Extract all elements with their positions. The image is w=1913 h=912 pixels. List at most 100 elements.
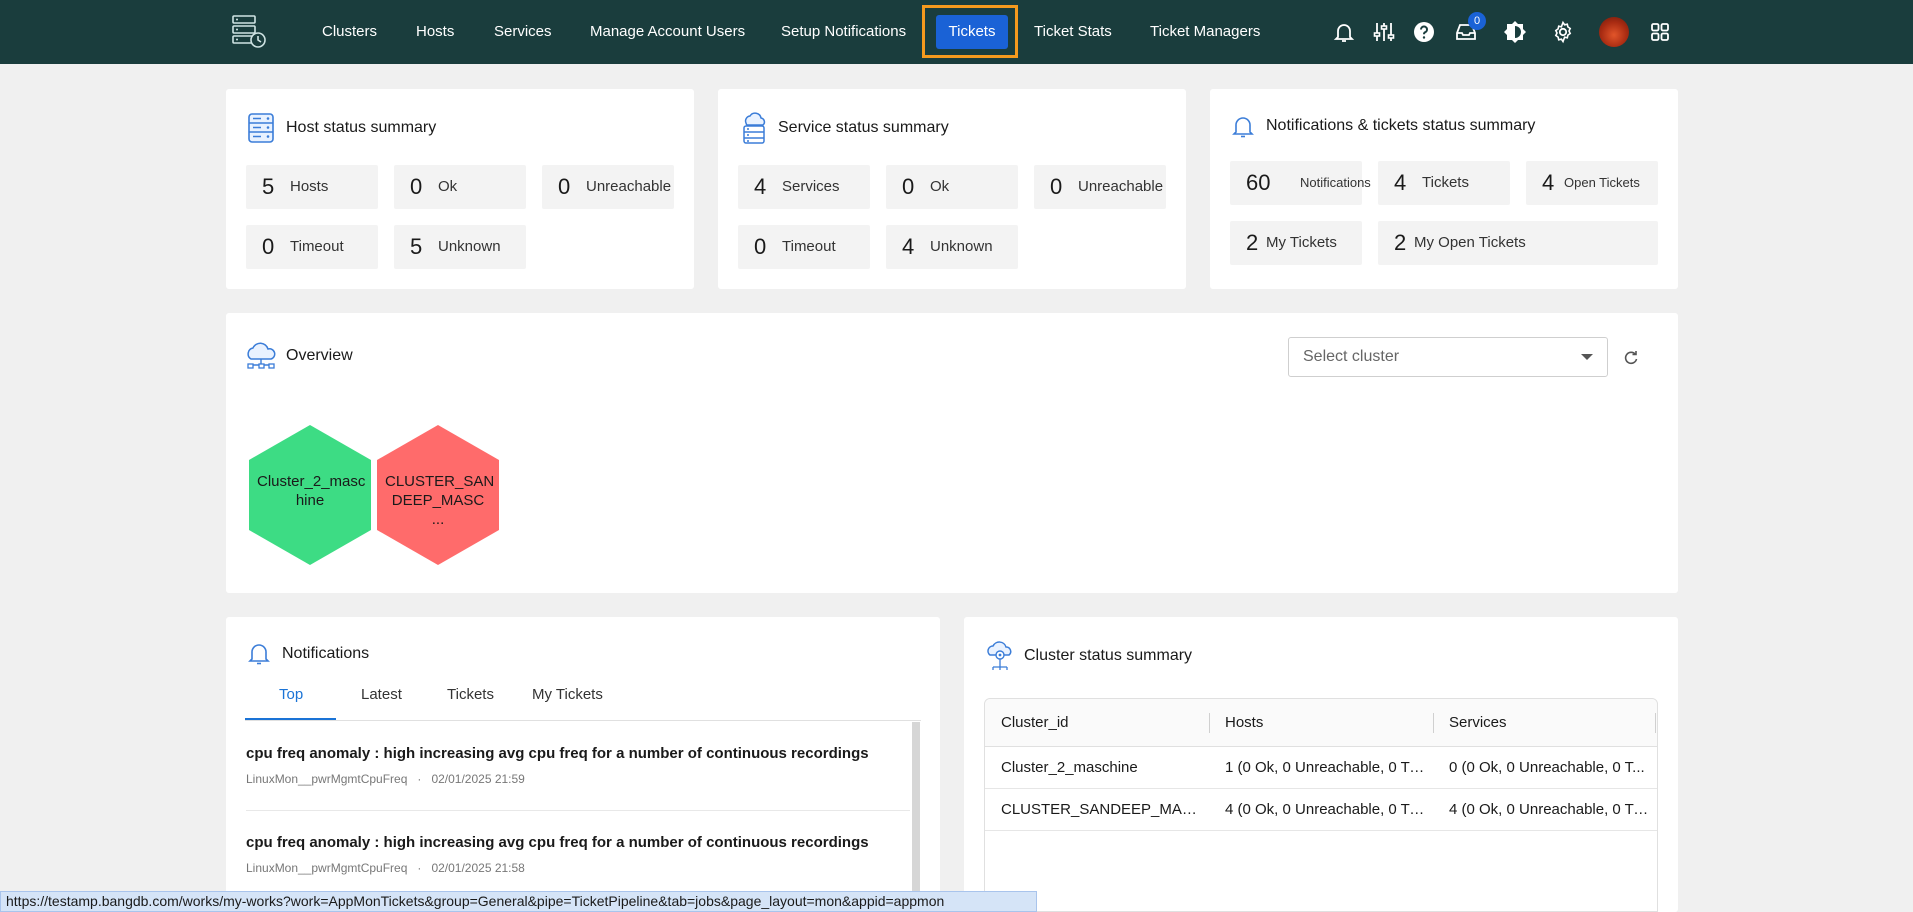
service-status-summary-card: Service status summary 4 Services 0 Ok 0…: [718, 89, 1186, 289]
stat-value: 0: [1050, 174, 1063, 199]
host-stat-hosts[interactable]: 5 Hosts: [246, 165, 378, 209]
sliders-icon[interactable]: [1372, 20, 1396, 44]
cluster-status-table: Cluster_id Hosts Services Cluster_2_masc…: [984, 698, 1658, 912]
stat-value: 0: [902, 174, 915, 199]
cloud-server-icon: [743, 112, 766, 144]
host-stat-ok[interactable]: 0 Ok: [394, 165, 526, 209]
cloud-gear-icon: [987, 641, 1012, 670]
cluster-select[interactable]: Select cluster: [1288, 337, 1608, 377]
inbox-count-badge: 0: [1468, 12, 1486, 30]
stat-value: 4: [902, 234, 915, 259]
cluster-hex-label: Cluster_2_masc hine: [257, 473, 366, 509]
settings-gear-icon[interactable]: [1551, 20, 1575, 44]
stat-value: 2: [1394, 230, 1407, 255]
stat-label: Unknown: [438, 238, 501, 255]
refresh-icon[interactable]: [1622, 349, 1640, 367]
column-header-services[interactable]: Services: [1449, 699, 1507, 747]
stat-label: Timeout: [782, 238, 836, 255]
link-preview-statusbar: https://testamp.bangdb.com/works/my-work…: [0, 891, 1037, 912]
host-stat-unreachable[interactable]: 0 Unreachable: [542, 165, 674, 209]
service-stat-timeout[interactable]: 0 Timeout: [738, 225, 870, 269]
table-row[interactable]: Cluster_2_maschine 1 (0 Ok, 0 Unreachabl…: [985, 747, 1657, 789]
table-row[interactable]: CLUSTER_SANDEEP_MASC... 4 (0 Ok, 0 Unrea…: [985, 789, 1657, 831]
column-header-cluster-id[interactable]: Cluster_id: [1001, 699, 1069, 747]
service-stat-ok[interactable]: 0 Ok: [886, 165, 1018, 209]
tab-my-tickets[interactable]: My Tickets: [532, 686, 603, 703]
stat-value: 0: [558, 174, 571, 199]
active-tab-indicator: [245, 718, 336, 720]
column-resizer[interactable]: [1209, 713, 1210, 733]
cluster-summary-title: Cluster status summary: [1024, 647, 1193, 664]
notif-summary-title: Notifications & tickets status summary: [1266, 117, 1536, 134]
notification-meta: LinuxMon__pwrMgmtCpuFreq · 02/01/2025 21…: [246, 861, 525, 875]
server-rack-icon: [248, 113, 274, 143]
column-resizer[interactable]: [1433, 713, 1434, 733]
notif-stat-my-tickets[interactable]: 2 My Tickets: [1230, 221, 1362, 265]
meta-separator: ·: [410, 772, 429, 786]
notification-title[interactable]: cpu freq anomaly : high increasing avg c…: [246, 834, 869, 851]
cell-cluster-id: Cluster_2_maschine: [1001, 759, 1138, 776]
notification-source: LinuxMon__pwrMgmtCpuFreq: [246, 861, 408, 875]
nav-manage-account-users[interactable]: Manage Account Users: [590, 0, 745, 64]
notif-stat-my-open-tickets[interactable]: 2 My Open Tickets: [1378, 221, 1658, 265]
stat-label: Services: [782, 178, 840, 195]
notifications-tickets-summary-card: Notifications & tickets status summary 6…: [1210, 89, 1678, 289]
theme-toggle-icon[interactable]: [1503, 20, 1527, 44]
nav-services[interactable]: Services: [494, 0, 552, 64]
top-navbar: Clusters Hosts Services Manage Account U…: [0, 0, 1913, 64]
nav-ticket-stats[interactable]: Ticket Stats: [1034, 0, 1112, 64]
app-logo-icon[interactable]: [230, 14, 268, 50]
host-stat-timeout[interactable]: 0 Timeout: [246, 225, 378, 269]
nav-ticket-managers[interactable]: Ticket Managers: [1150, 0, 1260, 64]
nav-setup-notifications[interactable]: Setup Notifications: [781, 0, 906, 64]
service-stat-services[interactable]: 4 Services: [738, 165, 870, 209]
meta-separator: ·: [410, 861, 429, 875]
nav-tickets[interactable]: Tickets: [936, 15, 1008, 49]
cell-cluster-id: CLUSTER_SANDEEP_MASC...: [1001, 801, 1201, 818]
help-icon[interactable]: [1412, 20, 1436, 44]
tab-tickets[interactable]: Tickets: [447, 686, 494, 703]
bell-outline-icon: [248, 644, 270, 665]
notification-title[interactable]: cpu freq anomaly : high increasing avg c…: [246, 745, 869, 762]
notif-stat-open-tickets[interactable]: 4 Open Tickets: [1526, 161, 1658, 205]
notifications-scrollbar[interactable]: [912, 722, 920, 912]
notifications-title: Notifications: [282, 645, 370, 662]
notification-time: 02/01/2025 21:59: [431, 772, 525, 786]
bell-icon[interactable]: [1332, 20, 1356, 44]
stat-value: 5: [410, 234, 423, 259]
stat-value: 0: [754, 234, 767, 259]
stat-label: Unknown: [930, 238, 993, 255]
column-resizer[interactable]: [1655, 713, 1656, 733]
notification-source: LinuxMon__pwrMgmtCpuFreq: [246, 772, 408, 786]
stat-label: Timeout: [290, 238, 344, 255]
table-header: Cluster_id Hosts Services: [985, 699, 1657, 747]
cell-services: 4 (0 Ok, 0 Unreachable, 0 Ti...: [1449, 801, 1649, 818]
stat-label: Ok: [438, 178, 458, 195]
nav-clusters[interactable]: Clusters: [322, 0, 377, 64]
column-header-hosts[interactable]: Hosts: [1225, 699, 1263, 747]
tab-top[interactable]: Top: [279, 686, 303, 703]
bell-outline-icon: [1232, 117, 1254, 138]
tab-latest[interactable]: Latest: [361, 686, 402, 703]
stat-label: Hosts: [290, 178, 329, 195]
nav-hosts[interactable]: Hosts: [416, 0, 454, 64]
apps-grid-icon[interactable]: [1648, 20, 1672, 44]
notification-meta: LinuxMon__pwrMgmtCpuFreq · 02/01/2025 21…: [246, 772, 525, 786]
stat-value: 0: [262, 234, 275, 259]
cluster-hex-label: CLUSTER_SAN DEEP_MASC ...: [385, 473, 495, 528]
tab-divider: [245, 720, 921, 721]
user-avatar[interactable]: [1599, 17, 1629, 47]
service-stat-unreachable[interactable]: 0 Unreachable: [1034, 165, 1166, 209]
stat-label: Tickets: [1422, 174, 1469, 191]
notif-stat-tickets[interactable]: 4 Tickets: [1378, 161, 1510, 205]
notification-divider: [246, 810, 910, 811]
stat-value: 4: [1394, 170, 1407, 195]
stat-label: Open Tickets: [1564, 175, 1640, 190]
stat-label: Unreachable: [586, 178, 672, 195]
cell-hosts: 4 (0 Ok, 0 Unreachable, 0 Ti...: [1225, 801, 1425, 818]
service-stat-unknown[interactable]: 4 Unknown: [886, 225, 1018, 269]
host-stat-unknown[interactable]: 5 Unknown: [394, 225, 526, 269]
notif-stat-notifications[interactable]: 60 Notifications: [1230, 161, 1371, 205]
service-summary-title: Service status summary: [778, 119, 949, 136]
stat-value: 60: [1246, 170, 1271, 195]
